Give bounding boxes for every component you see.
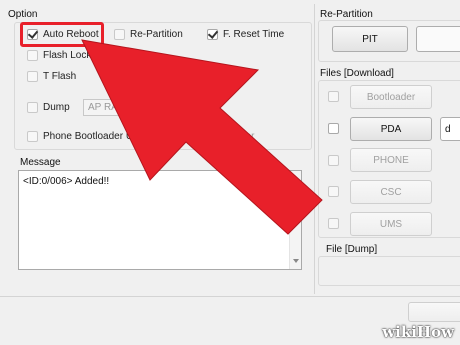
pointer-arrow-icon [81,39,323,235]
wikihow-watermark: wikiHow [382,323,454,341]
